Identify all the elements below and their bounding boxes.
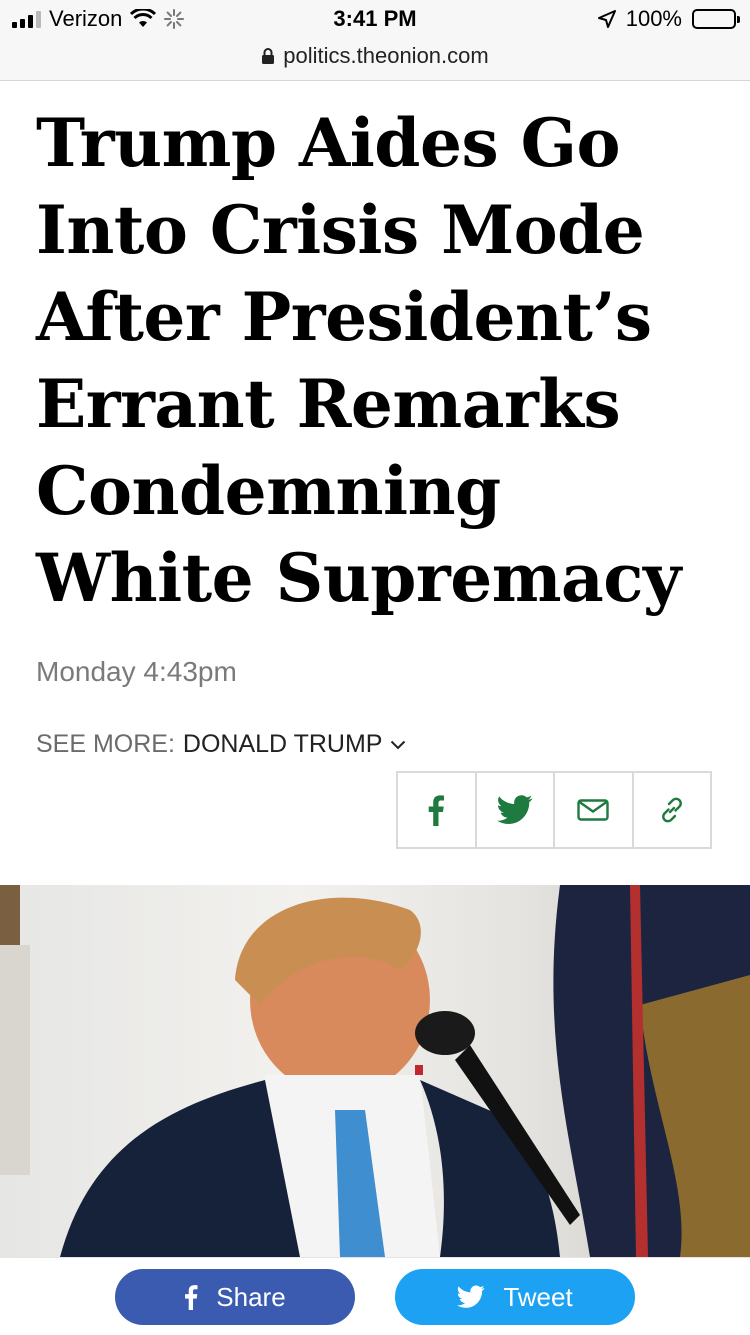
see-more-row: SEE MORE: DONALD TRUMP bbox=[36, 730, 406, 759]
tweet-pill-button[interactable]: Tweet bbox=[395, 1269, 635, 1325]
chevron-down-icon bbox=[391, 740, 406, 749]
article-headline: Trump Aides Go Into Crisis Mode After Pr… bbox=[36, 104, 681, 617]
facebook-icon bbox=[185, 1285, 198, 1310]
right-status-group: 100% bbox=[597, 6, 740, 32]
hero-illustration bbox=[0, 885, 750, 1257]
article-dateline: Monday 4:43pm bbox=[36, 656, 237, 687]
see-more-topic-dropdown[interactable]: DONALD TRUMP bbox=[183, 730, 407, 759]
article-hero-image bbox=[0, 885, 750, 1257]
url-bar[interactable]: politics.theonion.com bbox=[0, 40, 750, 72]
twitter-icon bbox=[457, 1285, 485, 1308]
battery-percent: 100% bbox=[625, 6, 682, 31]
bottom-share-bar: Share Tweet bbox=[0, 1257, 750, 1335]
email-icon bbox=[577, 799, 609, 821]
facebook-share-pill-button[interactable]: Share bbox=[115, 1269, 355, 1325]
facebook-share-button[interactable] bbox=[398, 773, 477, 847]
share-label: Share bbox=[216, 1281, 286, 1312]
see-more-label: SEE MORE: bbox=[36, 730, 175, 758]
share-toolbar bbox=[396, 771, 712, 849]
tweet-label: Tweet bbox=[503, 1281, 573, 1312]
url-domain: politics.theonion.com bbox=[283, 43, 489, 68]
battery-icon bbox=[692, 9, 740, 29]
status-bar: Verizon 3:41 PM 100% bbox=[0, 0, 750, 40]
email-share-button[interactable] bbox=[555, 773, 634, 847]
copy-link-button[interactable] bbox=[634, 773, 711, 847]
location-arrow-icon bbox=[597, 10, 616, 28]
lock-icon bbox=[262, 48, 275, 64]
facebook-icon bbox=[428, 795, 445, 826]
browser-chrome: Verizon 3:41 PM 100% politics.theonion.c… bbox=[0, 0, 750, 81]
see-more-topic-label: DONALD TRUMP bbox=[182, 730, 383, 758]
twitter-share-button[interactable] bbox=[477, 773, 555, 847]
link-icon bbox=[661, 797, 682, 823]
twitter-icon bbox=[496, 795, 533, 824]
